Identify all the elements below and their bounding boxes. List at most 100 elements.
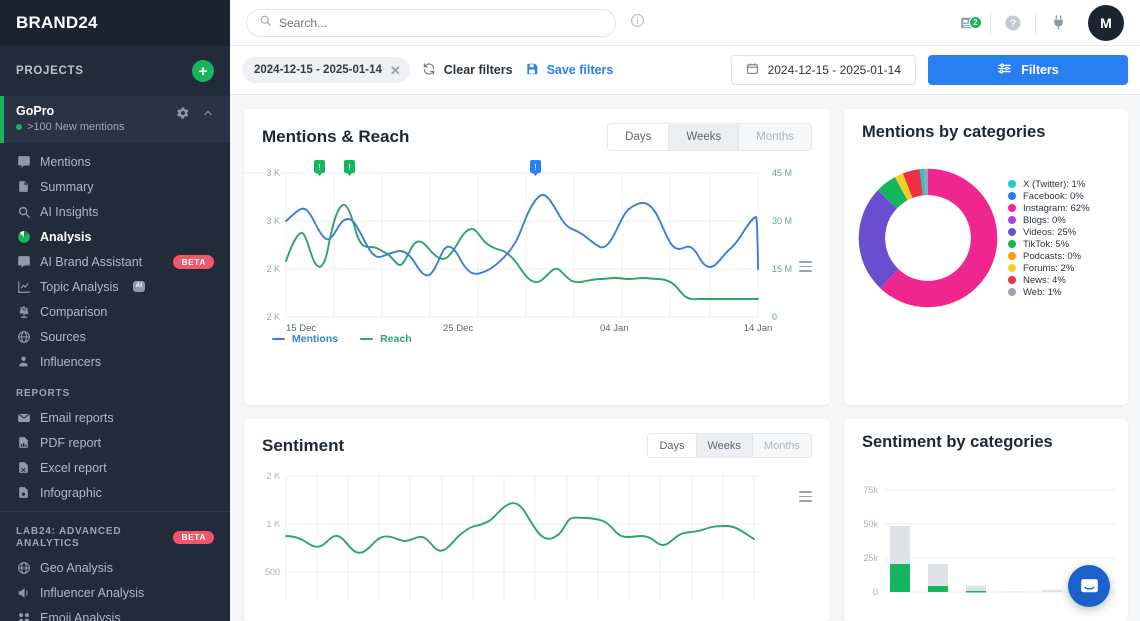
y-axis-right-tick: 45 M (772, 168, 792, 178)
sidebar-item-excel-report[interactable]: Excel report (0, 455, 230, 480)
bar-group[interactable] (1004, 591, 1024, 593)
y-axis-tick: 75k (863, 485, 878, 495)
sidebar-item-ai-brand-assistant[interactable]: AI Brand Assistant BETA (0, 249, 230, 274)
sidebar-item-topic-analysis[interactable]: Topic Analysis AI (0, 274, 230, 299)
x-axis-tick: 15 Dec (286, 323, 316, 331)
filters-button[interactable]: Filters (928, 55, 1128, 85)
annotation-marker[interactable]: ! (314, 160, 325, 176)
legend-item-blogs[interactable]: Blogs: 0% (1008, 215, 1090, 226)
bar-group[interactable] (1042, 590, 1062, 592)
tab-weeks[interactable]: Weeks (668, 124, 739, 150)
active-filter-chip[interactable]: 2024-12-15 - 2025-01-14 ✕ (242, 57, 410, 83)
chart-legend: Mentions Reach (244, 331, 830, 345)
sidebar-item-pdf-report[interactable]: PDF report (0, 430, 230, 455)
trend-chart-icon (16, 280, 31, 294)
bar-group[interactable] (966, 586, 986, 593)
y-axis-right-tick: 0 (772, 312, 777, 322)
sidebar: BRAND24 PROJECTS + GoPro >100 New mentio… (0, 0, 230, 621)
bar-group[interactable] (928, 564, 948, 592)
add-project-button[interactable]: + (192, 60, 214, 82)
reports-section-title: REPORTS (16, 388, 70, 399)
filters-button-label: Filters (1021, 63, 1059, 77)
tab-months[interactable]: Months (751, 434, 811, 457)
lab-section-title: LAB24: ADVANCED ANALYTICS BETA (0, 512, 230, 555)
y-axis-right-tick: 15 M (772, 264, 792, 274)
sidebar-item-email-reports[interactable]: Email reports (0, 405, 230, 430)
tab-days[interactable]: Days (608, 124, 669, 150)
close-icon[interactable]: ✕ (390, 64, 401, 77)
sidebar-item-geo-analysis[interactable]: Geo Analysis (0, 555, 230, 580)
legend-swatch (1008, 216, 1016, 224)
legend-swatch (272, 337, 285, 341)
brand-logo[interactable]: BRAND24 (0, 0, 230, 46)
granularity-tabs: Days Weeks Months (607, 123, 812, 151)
legend-item-x-twitter[interactable]: X (Twitter): 1% (1008, 179, 1090, 190)
notification-badge: 2 (969, 15, 982, 29)
legend-swatch (1008, 180, 1016, 188)
integrations-plug-button[interactable] (1036, 14, 1080, 31)
sidebar-item-label: PDF report (40, 435, 102, 450)
sidebar-item-comparison[interactable]: Comparison (0, 299, 230, 324)
info-icon[interactable] (630, 13, 645, 33)
save-disk-icon (525, 62, 539, 79)
annotation-marker[interactable]: ! (344, 160, 355, 176)
legend-label: TikTok: 5% (1023, 238, 1070, 250)
projects-header: PROJECTS + (0, 46, 230, 96)
card-mentions-by-categories: Mentions by categories X (Twitter): 1% F… (844, 109, 1128, 405)
tab-months[interactable]: Months (738, 124, 811, 150)
avatar[interactable]: M (1088, 4, 1124, 41)
legend-label: X (Twitter): 1% (1023, 178, 1086, 190)
y-axis-right-tick: 30 M (772, 216, 792, 226)
date-range-picker[interactable]: 2024-12-15 - 2025-01-14 (730, 55, 916, 85)
legend-item-mentions[interactable]: Mentions (272, 333, 338, 345)
save-filters-button[interactable]: Save filters (525, 62, 613, 79)
emoji-grid-icon (16, 611, 31, 621)
chevron-up-icon[interactable] (202, 107, 214, 119)
sidebar-item-infographic[interactable]: Infographic (0, 480, 230, 505)
sidebar-item-analysis[interactable]: Analysis (0, 224, 230, 249)
svg-text:?: ? (1010, 18, 1016, 29)
clear-filters-button[interactable]: Clear filters (422, 62, 513, 79)
legend-item-instagram[interactable]: Instagram: 62% (1008, 203, 1090, 214)
sidebar-item-label: Emoji Analysis (40, 610, 121, 621)
legend-item-web[interactable]: Web: 1% (1008, 287, 1090, 298)
tab-days[interactable]: Days (648, 434, 696, 457)
sidebar-item-sources[interactable]: Sources (0, 324, 230, 349)
sidebar-item-influencer-analysis[interactable]: Influencer Analysis (0, 580, 230, 605)
sidebar-item-mentions[interactable]: Mentions (0, 149, 230, 174)
legend-item-videos[interactable]: Videos: 25% (1008, 227, 1090, 238)
bar-group[interactable] (890, 526, 910, 592)
card-header: Mentions & Reach Days Weeks Months (244, 109, 830, 151)
sidebar-item-ai-insights[interactable]: AI Insights (0, 199, 230, 224)
annotation-marker[interactable]: ! (530, 160, 541, 176)
document-icon (16, 180, 31, 193)
legend-item-reach[interactable]: Reach (360, 333, 412, 345)
project-info: GoPro >100 New mentions (16, 104, 125, 133)
legend-swatch (1008, 288, 1016, 296)
sidebar-item-label: Analysis (40, 229, 92, 244)
envelope-icon (16, 411, 31, 425)
chat-support-button[interactable] (1068, 565, 1110, 607)
filter-bar: 2024-12-15 - 2025-01-14 ✕ Clear filters … (230, 46, 1140, 95)
legend-item-facebook[interactable]: Facebook: 0% (1008, 191, 1090, 202)
legend-label: Podcasts: 0% (1023, 250, 1082, 262)
main-area: 2 ? M 2024-12-15 - 2025-01-14 ✕ (230, 0, 1140, 621)
search-input[interactable] (279, 15, 603, 30)
legend-swatch (1008, 204, 1016, 212)
legend-item-news[interactable]: News: 4% (1008, 275, 1090, 286)
help-button[interactable]: ? (991, 14, 1035, 32)
legend-item-forums[interactable]: Forums: 2% (1008, 263, 1090, 274)
saved-news-button[interactable]: 2 (946, 14, 990, 32)
sidebar-item-influencers[interactable]: Influencers (0, 349, 230, 374)
sidebar-item-summary[interactable]: Summary (0, 174, 230, 199)
project-item-gopro[interactable]: GoPro >100 New mentions (0, 96, 230, 143)
sidebar-item-label: Influencers (40, 354, 102, 369)
legend-item-tiktok[interactable]: TikTok: 5% (1008, 239, 1090, 250)
legend-item-podcasts[interactable]: Podcasts: 0% (1008, 251, 1090, 262)
sidebar-item-emoji-analysis[interactable]: Emoji Analysis (0, 605, 230, 621)
tab-weeks[interactable]: Weeks (695, 434, 752, 457)
gear-icon[interactable] (176, 106, 190, 120)
search-box[interactable] (246, 8, 616, 37)
legend-label: Facebook: 0% (1023, 190, 1084, 202)
projects-label: PROJECTS (16, 65, 84, 77)
